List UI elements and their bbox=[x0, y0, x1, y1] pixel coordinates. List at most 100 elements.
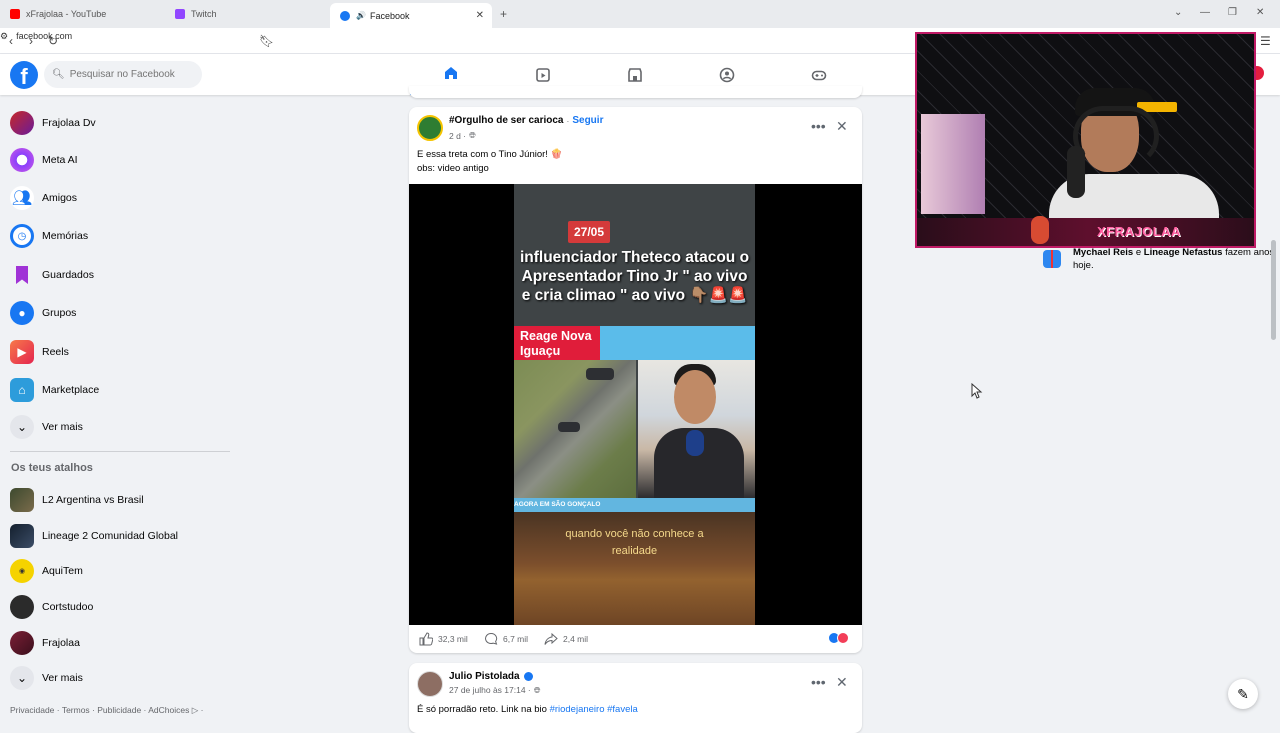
sidebar-item-label: Grupos bbox=[42, 307, 77, 319]
tab-label: xFrajolaa - YouTube bbox=[26, 9, 107, 19]
sidebar-item-label: Ver mais bbox=[42, 421, 83, 433]
shortcut-item[interactable]: ◉ AquiTem bbox=[10, 556, 83, 586]
share-icon bbox=[544, 632, 558, 645]
video-frame: 27/05 influenciador Theteco atacou o Apr… bbox=[514, 184, 755, 625]
birthday-name[interactable]: Lineage Nefastus bbox=[1144, 247, 1223, 258]
post-header: #Orgulho de ser carioca · Seguir bbox=[449, 115, 604, 126]
feed-post: #Orgulho de ser carioca · Seguir 2 d · 🌐… bbox=[409, 107, 862, 653]
like-button[interactable]: 32,3 mil bbox=[419, 632, 468, 646]
headset-shape bbox=[1073, 106, 1159, 166]
mascot-icon bbox=[1031, 216, 1049, 244]
sidebar-item-label: Frajolaa Dv bbox=[42, 117, 96, 129]
birthday-name[interactable]: Mychael Reis bbox=[1073, 247, 1133, 258]
forward-icon[interactable]: › bbox=[29, 34, 33, 48]
car-shape bbox=[586, 368, 614, 380]
verified-badge-icon bbox=[523, 672, 533, 681]
gift-icon bbox=[1043, 250, 1061, 268]
back-icon[interactable]: ‹ bbox=[9, 34, 13, 48]
video-tag: Reage Nova Iguaçu bbox=[514, 326, 600, 363]
shortcut-thumbnail bbox=[10, 524, 34, 548]
tab-youtube[interactable]: xFrajolaa - YouTube bbox=[0, 3, 165, 25]
shortcut-label: Frajolaa bbox=[42, 637, 80, 649]
browser-menu-icon[interactable]: ☰ bbox=[1260, 34, 1271, 48]
hashtag-link[interactable]: #riodejaneiro #favela bbox=[550, 704, 638, 715]
site-info-icon[interactable]: ⚙︎ bbox=[0, 31, 8, 42]
reload-icon[interactable]: ↻ bbox=[48, 34, 58, 48]
groups-icon bbox=[719, 67, 735, 82]
webcam-overlay: XFRAJOLAA bbox=[915, 32, 1256, 248]
page-scrollbar[interactable] bbox=[1271, 240, 1276, 340]
more-options-icon[interactable]: ••• bbox=[811, 674, 826, 690]
birthday-notice[interactable]: Mychael Reis e Lineage Nefastus fazem an… bbox=[1073, 246, 1280, 272]
like-icon bbox=[419, 632, 433, 646]
shortcuts-see-more[interactable]: ⌄ Ver mais bbox=[10, 663, 83, 693]
chevron-down-icon: ⌄ bbox=[10, 666, 34, 690]
sidebar-item-label: Marketplace bbox=[42, 384, 100, 396]
globe-icon: 🌐︎ bbox=[469, 130, 476, 140]
sidebar-item-groups[interactable]: ● Grupos bbox=[10, 298, 76, 328]
page-name[interactable]: #Orgulho de ser carioca bbox=[449, 115, 564, 126]
search-box[interactable]: 🔍︎ bbox=[44, 61, 202, 88]
tab-label: Twitch bbox=[191, 9, 217, 19]
search-input[interactable] bbox=[69, 69, 190, 80]
shortcut-item[interactable]: Frajolaa bbox=[10, 628, 80, 658]
comment-button[interactable]: 6,7 mil bbox=[484, 632, 528, 646]
reaction-summary[interactable] bbox=[828, 632, 849, 644]
tab-menu-icon[interactable]: ⌄ bbox=[1174, 7, 1182, 18]
author-name[interactable]: Julio Pistolada bbox=[449, 671, 520, 682]
post-time[interactable]: 27 de julho às 17:14 · bbox=[449, 685, 531, 696]
shortcut-label: Lineage 2 Comunidad Global bbox=[42, 530, 179, 542]
marketplace-icon bbox=[628, 67, 642, 82]
close-icon[interactable]: ✕ bbox=[836, 674, 848, 691]
comment-count: 6,7 mil bbox=[503, 634, 529, 644]
more-options-icon[interactable]: ••• bbox=[811, 118, 826, 134]
close-window-icon[interactable]: ✕ bbox=[1256, 7, 1264, 18]
author-avatar[interactable] bbox=[417, 671, 443, 697]
bookmark-icon[interactable]: 🔖︎ bbox=[259, 34, 274, 48]
shortcut-item[interactable]: L2 Argentina vs Brasil bbox=[10, 485, 144, 515]
sidebar-item-profile[interactable]: Frajolaa Dv bbox=[10, 108, 96, 138]
minimize-icon[interactable]: — bbox=[1200, 7, 1210, 18]
facebook-icon bbox=[340, 10, 350, 21]
sidebar-item-meta-ai[interactable]: Meta AI bbox=[10, 145, 78, 175]
post-video[interactable]: 27/05 influenciador Theteco atacou o Apr… bbox=[409, 184, 862, 625]
sidebar-item-marketplace[interactable]: ⌂ Marketplace bbox=[10, 375, 99, 405]
video-icon bbox=[536, 67, 550, 82]
twitch-icon bbox=[175, 9, 185, 19]
shortcut-item[interactable]: Lineage 2 Comunidad Global bbox=[10, 521, 178, 551]
post-text-line: obs: video antigo bbox=[417, 163, 489, 174]
restore-icon[interactable]: ❐ bbox=[1228, 7, 1237, 18]
video-lower-third: AGORA EM SÃO GONÇALO bbox=[514, 498, 755, 512]
sidebar-item-memories[interactable]: ◷ Memórias bbox=[10, 221, 88, 251]
feed-post: Julio Pistolada 27 de julho às 17:14 · 🌐… bbox=[409, 663, 862, 733]
close-tab-icon[interactable]: ✕ bbox=[476, 10, 484, 21]
video-subtitle: quando você não conhece a realidade bbox=[565, 528, 704, 557]
footer-links[interactable]: Privacidade · Termos · Publicidade · AdC… bbox=[10, 705, 203, 716]
webcam-name-band bbox=[917, 218, 1254, 246]
post-text: E essa treta com o Tino Júnior! 🍿 obs: v… bbox=[417, 148, 562, 176]
sidebar-see-more[interactable]: ⌄ Ver mais bbox=[10, 412, 83, 442]
marketplace-icon: ⌂ bbox=[10, 378, 34, 402]
memories-icon: ◷ bbox=[10, 224, 34, 248]
page-avatar[interactable] bbox=[417, 115, 443, 141]
post-text-line: E essa treta com o Tino Júnior! 🍿 bbox=[417, 149, 563, 160]
sidebar-item-friends[interactable]: 👥︎ Amigos bbox=[10, 183, 77, 213]
post-text-body: É só porradão reto. Link na bio bbox=[417, 704, 550, 715]
sidebar-item-saved[interactable]: Guardados bbox=[10, 260, 94, 290]
facebook-logo[interactable]: f bbox=[10, 61, 38, 89]
follow-button[interactable]: Seguir bbox=[572, 115, 603, 126]
love-reaction-icon bbox=[837, 632, 849, 644]
tab-twitch[interactable]: Twitch bbox=[165, 3, 330, 25]
sidebar-item-label: Meta AI bbox=[42, 154, 78, 166]
share-button[interactable]: 2,4 mil bbox=[544, 632, 588, 646]
shortcut-item[interactable]: Cortstudoo bbox=[10, 592, 93, 622]
new-tab-icon[interactable]: + bbox=[500, 7, 507, 21]
streamer-name: XFRAJOLAA bbox=[1097, 224, 1181, 239]
meta-ai-icon bbox=[10, 148, 34, 172]
shortcuts-title: Os teus atalhos bbox=[11, 462, 93, 474]
tab-facebook[interactable]: 🔊 Facebook ✕ bbox=[330, 3, 492, 28]
sidebar-item-reels[interactable]: ▶ Reels bbox=[10, 337, 69, 367]
new-message-button[interactable]: ✎ bbox=[1228, 679, 1258, 709]
post-time[interactable]: 2 d · bbox=[449, 131, 466, 141]
close-icon[interactable]: ✕ bbox=[836, 118, 848, 135]
